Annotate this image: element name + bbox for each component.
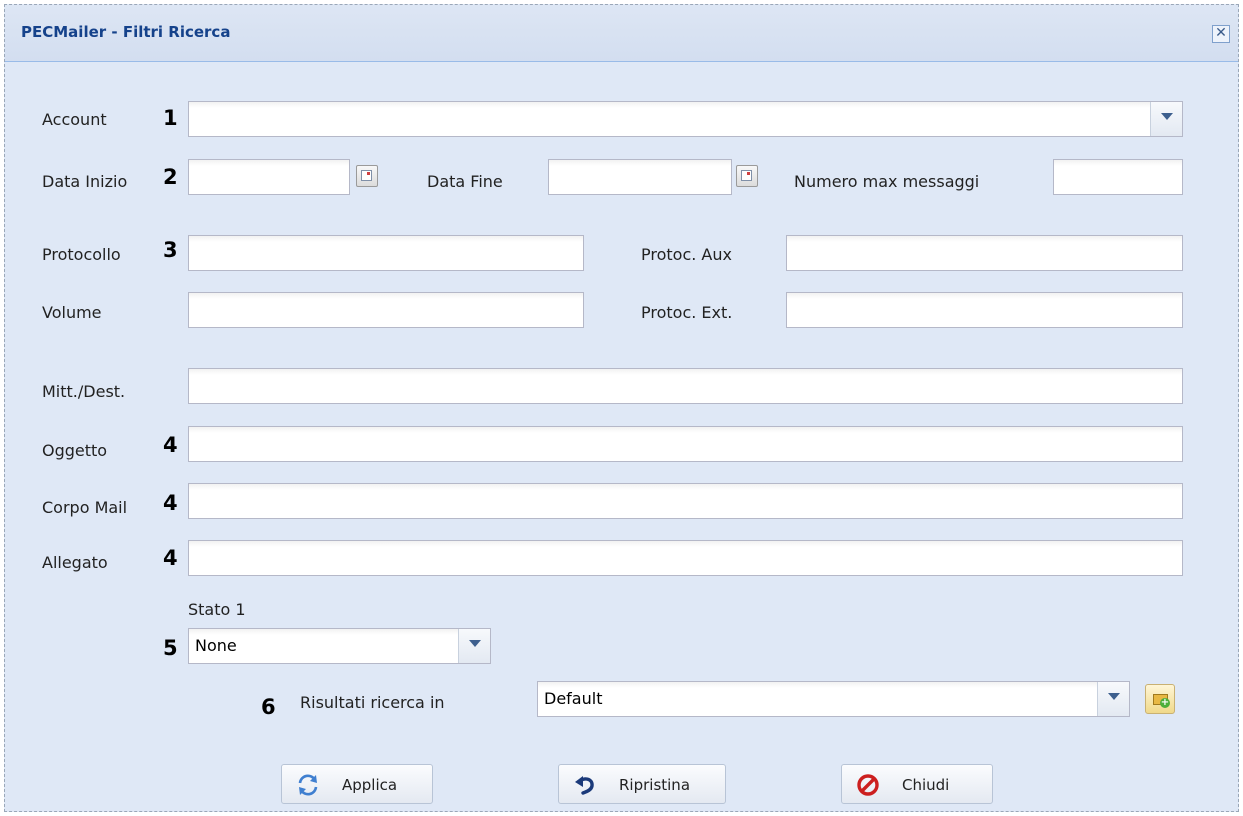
risultati-combo[interactable]: Default [537, 681, 1130, 717]
marker-4-corpo: 4 [163, 491, 178, 515]
data-fine-field[interactable] [548, 159, 732, 195]
protoc-aux-field[interactable] [786, 235, 1183, 271]
protoc-ext-field[interactable] [786, 292, 1183, 328]
allegato-field[interactable] [188, 540, 1183, 576]
ripristina-label: Ripristina [619, 776, 691, 794]
oggetto-label: Oggetto [42, 441, 108, 460]
stato-dropdown-trigger[interactable] [458, 629, 490, 663]
protoc-ext-label: Protoc. Ext. [641, 303, 733, 322]
marker-2: 2 [163, 165, 178, 189]
marker-1: 1 [163, 106, 178, 130]
numero-max-label: Numero max messaggi [794, 172, 980, 191]
marker-5: 5 [163, 636, 178, 660]
chevron-down-icon [469, 640, 481, 647]
protoc-aux-label: Protoc. Aux [641, 245, 732, 264]
numero-max-field[interactable] [1053, 159, 1183, 195]
corpo-mail-label: Corpo Mail [42, 498, 128, 517]
close-icon[interactable]: ✕ [1212, 25, 1230, 43]
chevron-down-icon [1161, 113, 1173, 120]
chevron-down-icon [1108, 693, 1120, 700]
volume-label: Volume [42, 303, 102, 322]
risultati-label: Risultati ricerca in [300, 693, 445, 712]
risultati-value: Default [544, 689, 603, 708]
protocollo-label: Protocollo [42, 245, 121, 264]
marker-4-oggetto: 4 [163, 433, 178, 457]
dialog-title: PECMailer - Filtri Ricerca [21, 23, 231, 41]
refresh-icon [298, 774, 318, 796]
dialog-titlebar[interactable]: PECMailer - Filtri Ricerca ✕ [5, 5, 1238, 62]
allegato-label: Allegato [42, 553, 108, 572]
protocollo-field[interactable] [188, 235, 584, 271]
volume-field[interactable] [188, 292, 584, 328]
data-fine-calendar-button[interactable] [736, 165, 758, 187]
stato-label: Stato 1 [188, 600, 246, 619]
oggetto-field[interactable] [188, 426, 1183, 462]
marker-6: 6 [261, 695, 276, 719]
corpo-mail-field[interactable] [188, 483, 1183, 519]
add-folder-button[interactable]: + [1145, 684, 1175, 714]
calendar-icon [361, 170, 372, 181]
data-inizio-field[interactable] [188, 159, 350, 195]
risultati-dropdown-trigger[interactable] [1097, 682, 1129, 716]
data-inizio-calendar-button[interactable] [356, 165, 378, 187]
account-label: Account [42, 110, 107, 129]
undo-icon [575, 776, 594, 795]
stop-icon [857, 774, 879, 796]
marker-3: 3 [163, 238, 178, 262]
ripristina-button[interactable]: Ripristina [558, 764, 726, 804]
calendar-icon [741, 170, 752, 181]
chiudi-button[interactable]: Chiudi [841, 764, 993, 804]
data-fine-label: Data Fine [427, 172, 503, 191]
account-dropdown-trigger[interactable] [1150, 102, 1182, 136]
stato-value: None [195, 636, 237, 655]
mitt-dest-field[interactable] [188, 368, 1183, 404]
mitt-dest-label: Mitt./Dest. [42, 382, 126, 401]
chiudi-label: Chiudi [902, 776, 950, 794]
data-inizio-label: Data Inizio [42, 172, 128, 191]
account-combo[interactable] [188, 101, 1183, 137]
dialog-body: Account 1 Data Inizio 2 Data Fine Numero… [5, 62, 1238, 811]
marker-4-allegato: 4 [163, 546, 178, 570]
plus-badge-icon: + [1160, 697, 1170, 708]
filter-dialog: PECMailer - Filtri Ricerca ✕ Account 1 D… [4, 4, 1239, 812]
applica-label: Applica [342, 776, 398, 794]
applica-button[interactable]: Applica [281, 764, 433, 804]
stato-combo[interactable]: None [188, 628, 491, 664]
